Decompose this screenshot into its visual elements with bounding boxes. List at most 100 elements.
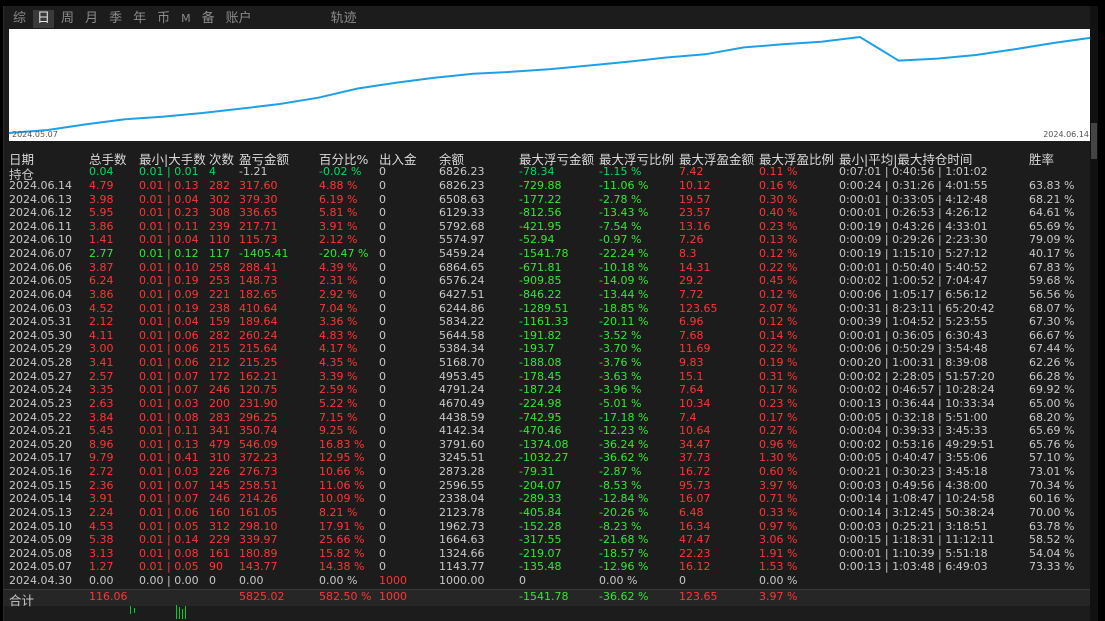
cell-pct: 7.15 % — [319, 410, 358, 424]
cell-hold: 0:00:20 | 1:00:31 | 8:39:08 — [839, 356, 988, 370]
cell-bal: 6244.86 — [439, 301, 485, 315]
cell-win: 60.16 % — [1029, 492, 1075, 506]
cell-win: 59.68 % — [1029, 274, 1075, 288]
cell-bal: 4670.49 — [439, 396, 485, 410]
cell-ddamt: -204.07 — [519, 478, 562, 492]
cell-ddamt: -177.22 — [519, 192, 562, 206]
cell-hold: 0:00:01 | 1:10:39 | 5:51:18 — [839, 546, 988, 560]
cell-pct: 4.17 % — [319, 342, 358, 356]
cell-date: 2024.05.23 — [9, 396, 72, 410]
cell-fpamt: 7.72 — [679, 287, 704, 301]
cell-pnl: 182.65 — [239, 287, 278, 301]
tab-6[interactable]: 币 — [153, 10, 174, 28]
cell-minmax: 0.01 | 0.05 — [139, 560, 199, 574]
cell-pnl: 231.90 — [239, 396, 278, 410]
cell-lots: 4.52 — [89, 301, 114, 315]
tab-3[interactable]: 月 — [81, 10, 102, 28]
cell-win: 56.56 % — [1029, 287, 1075, 301]
tab-0[interactable]: 综 — [9, 10, 30, 28]
tab-5[interactable]: 年 — [129, 10, 150, 28]
cell-bal: 4791.24 — [439, 383, 485, 397]
tab-1[interactable]: 日 — [33, 10, 55, 28]
table-row: 2024.06.06 3.87 0.01 | 0.10 258 288.41 4.39 %… — [4, 261, 1098, 275]
open-position-row: 持仓 0.04 0.01 | 0.01 4 -1.21 -0.02 % 0 6826.23 -7… — [4, 165, 1098, 182]
tab-2[interactable]: 周 — [57, 10, 78, 28]
cell-minmax: 0.01 | 0.06 — [139, 505, 199, 519]
cell-hold: 0:00:31 | 8:23:11 | 65:20:42 — [839, 301, 995, 315]
cell-pnl: 339.97 — [239, 533, 278, 547]
cell-io: 0 — [379, 396, 386, 410]
cell-ddpct: -36.24 % — [599, 437, 649, 451]
cell-pnl: 276.73 — [239, 465, 278, 479]
tab-9[interactable]: 账户 — [222, 10, 256, 28]
cell-pnl: 260.24 — [239, 328, 278, 342]
cell-fppct: 0.16 % — [759, 179, 798, 192]
cell-count: 226 — [209, 465, 230, 479]
cell-ddamt: -193.7 — [519, 342, 555, 356]
cell-win: 65.69 % — [1029, 219, 1075, 233]
vertical-scrollbar[interactable] — [1090, 6, 1098, 621]
cell-pnl: 410.64 — [239, 301, 278, 315]
table-row: 2024.05.23 2.63 0.01 | 0.03 200 231.90 5.22 %… — [4, 397, 1098, 411]
cell-pnl: 5825.02 — [239, 589, 285, 603]
cell-fppct: 0.00 % — [759, 573, 798, 587]
cell-lots: 9.79 — [89, 451, 114, 465]
cell-minmax: 0.01 | 0.07 — [139, 369, 199, 383]
cell-count: 283 — [209, 410, 230, 424]
cell-win: 67.30 % — [1029, 315, 1075, 329]
cell-pct: 5.22 % — [319, 396, 358, 410]
cell-date: 2024.06.07 — [9, 247, 72, 261]
cell-pnl: 0.00 — [239, 573, 264, 587]
cell-ddpct: -20.11 % — [599, 315, 649, 329]
cell-lots: 2.12 — [89, 315, 114, 329]
cell-fpamt: 14.31 — [679, 260, 711, 274]
cell-hold: 0:00:39 | 1:04:52 | 5:23:55 — [839, 315, 988, 329]
cell-io: 0 — [379, 437, 386, 451]
cell-ddpct: -1.15 % — [599, 165, 642, 178]
tab-10[interactable]: 轨迹 — [327, 10, 361, 28]
cell-count: 145 — [209, 478, 230, 492]
cell-io: 0 — [379, 505, 386, 519]
cell-fppct: 0.97 % — [759, 519, 798, 533]
cell-lots: 3.87 — [89, 260, 114, 274]
cell-fpamt: 11.69 — [679, 342, 711, 356]
cell-pct: 12.95 % — [319, 451, 365, 465]
table-row: 2024.05.15 2.36 0.01 | 0.07 145 258.51 11.06 … — [4, 479, 1098, 493]
cell-bal: 6508.63 — [439, 192, 485, 206]
period-tabs: 综日周月季年币 M 备账户 轨迹 — [9, 9, 364, 29]
cell-fpamt: 10.12 — [679, 179, 711, 192]
cell-hold: 0:00:24 | 0:31:26 | 4:01:55 — [839, 179, 988, 192]
cell-lots: 4.53 — [89, 519, 114, 533]
cell-ddamt: -421.95 — [519, 219, 562, 233]
cell-fppct: 0.17 % — [759, 410, 798, 424]
scrollbar-thumb[interactable] — [1091, 123, 1097, 159]
cell-bal: 2596.55 — [439, 478, 485, 492]
cell-fpamt: 7.4 — [679, 410, 697, 424]
cell-ddamt: -135.48 — [519, 560, 562, 574]
cell-ddpct: -3.70 % — [599, 342, 642, 356]
cell-ddpct: -11.06 % — [599, 179, 649, 192]
cell-io: 0 — [379, 179, 386, 192]
cell-hold: 0:00:02 | 2:28:05 | 51:57:20 — [839, 369, 995, 383]
cell-minmax: 0.01 | 0.01 — [139, 165, 199, 178]
tab-7[interactable]: M — [177, 10, 195, 28]
cell-date: 2024.05.14 — [9, 492, 72, 506]
cell-io: 0 — [379, 424, 386, 438]
cell-bal: 5168.70 — [439, 356, 485, 370]
tab-4[interactable]: 季 — [105, 10, 126, 28]
cell-ddamt: -671.81 — [519, 260, 562, 274]
cell-ddpct: -12.96 % — [599, 560, 649, 574]
table-row: 2024.06.03 4.52 0.01 | 0.19 238 410.64 7.04 %… — [4, 302, 1098, 316]
cell-ddpct: -3.63 % — [599, 369, 642, 383]
cell-hold: 0:00:01 | 0:50:40 | 5:40:52 — [839, 260, 988, 274]
cell-pnl: 189.64 — [239, 315, 278, 329]
table-header-row: 日期 总手数 最小|大手数 次数 盈亏金额 百分比% 出入金 余额 最大浮亏金额 最大浮亏比例 最大… — [4, 149, 1098, 167]
cell-pnl: 258.51 — [239, 478, 278, 492]
cell-fppct: 0.17 % — [759, 383, 798, 397]
cell-ddamt: -178.45 — [519, 369, 562, 383]
cell-ddpct: -8.53 % — [599, 478, 642, 492]
cell-minmax: 0.01 | 0.12 — [139, 247, 199, 261]
cell-count: 308 — [209, 206, 230, 220]
tab-8[interactable]: 备 — [198, 10, 219, 28]
cell-lots: 2.72 — [89, 465, 114, 479]
